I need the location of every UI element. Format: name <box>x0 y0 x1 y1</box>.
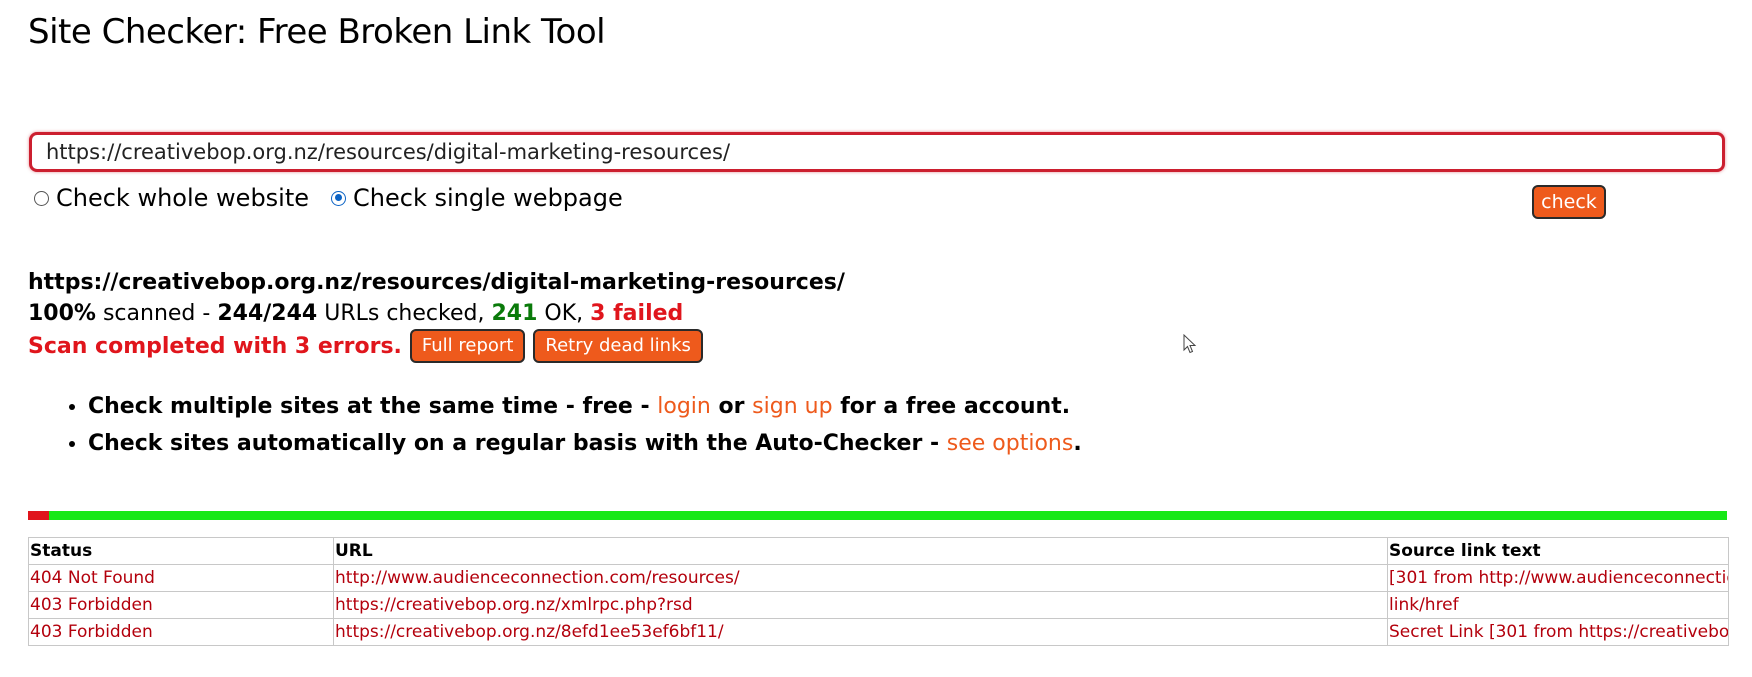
scan-percent: 100% <box>28 301 96 326</box>
list-item: Check multiple sites at the same time - … <box>88 388 1082 425</box>
radio-whole-website[interactable]: Check whole website <box>34 184 309 212</box>
cell-url[interactable]: https://creativebop.org.nz/xmlrpc.php?rs… <box>333 591 1388 619</box>
failed-count: 3 failed <box>590 301 684 326</box>
column-header-source: Source link text <box>1387 537 1729 565</box>
radio-single-webpage[interactable]: Check single webpage <box>331 184 623 212</box>
cell-url[interactable]: http://www.audienceconnection.com/resour… <box>333 564 1388 592</box>
bullet1-end: for a free account. <box>840 394 1071 419</box>
radio-whole-website-button[interactable] <box>34 190 49 206</box>
bullet1-text: Check multiple sites at the same time - … <box>88 394 650 419</box>
cell-url[interactable]: https://creativebop.org.nz/8efd1ee53ef6b… <box>333 618 1388 646</box>
ok-label: OK, <box>544 301 584 326</box>
error-message: Scan completed with 3 errors. <box>28 333 402 359</box>
urls-checked-label: URLs checked, <box>324 301 485 326</box>
column-header-status: Status <box>28 537 334 565</box>
info-list: Check multiple sites at the same time - … <box>60 388 1082 462</box>
login-link[interactable]: login <box>657 394 711 419</box>
table-row[interactable]: 403 Forbidden https://creativebop.org.nz… <box>28 618 1729 646</box>
retry-dead-links-button[interactable]: Retry dead links <box>533 329 703 363</box>
ok-count: 241 <box>491 301 538 326</box>
scanned-label: scanned - <box>102 301 211 326</box>
radio-single-webpage-button[interactable] <box>331 190 347 206</box>
table-row[interactable]: 404 Not Found http://www.audienceconnect… <box>28 564 1729 592</box>
cell-status: 404 Not Found <box>28 564 334 592</box>
see-options-link[interactable]: see options <box>947 431 1074 456</box>
page-title: Site Checker: Free Broken Link Tool <box>28 12 606 52</box>
result-url: https://creativebop.org.nz/resources/dig… <box>28 270 845 295</box>
mouse-pointer-icon <box>1183 334 1197 354</box>
error-line: Scan completed with 3 errors. Full repor… <box>28 329 845 363</box>
cell-source-text: link/href <box>1387 591 1729 619</box>
list-item: Check sites automatically on a regular b… <box>88 425 1082 462</box>
full-report-button[interactable]: Full report <box>409 329 526 363</box>
scan-result: https://creativebop.org.nz/resources/dig… <box>28 267 845 363</box>
bullet1-or: or <box>718 394 745 419</box>
url-input[interactable] <box>29 132 1725 172</box>
cell-status: 403 Forbidden <box>28 591 334 619</box>
scan-progress-bar <box>28 511 1727 520</box>
check-button[interactable]: check <box>1532 185 1606 219</box>
cell-source-text: Secret Link [301 from https://creativebo… <box>1387 618 1729 646</box>
scan-summary: 100% scanned - 244/244 URLs checked, 241… <box>28 298 845 329</box>
progress-failed-segment <box>28 511 49 520</box>
radio-single-webpage-label: Check single webpage <box>353 184 623 212</box>
column-header-url: URL <box>333 537 1388 565</box>
results-table: Status URL Source link text 404 Not Foun… <box>28 537 1729 646</box>
table-row[interactable]: 403 Forbidden https://creativebop.org.nz… <box>28 591 1729 619</box>
bullet2-end: . <box>1073 431 1082 456</box>
radio-whole-website-label: Check whole website <box>56 184 310 212</box>
sign-up-link[interactable]: sign up <box>752 394 832 419</box>
cell-status: 403 Forbidden <box>28 618 334 646</box>
table-header-row: Status URL Source link text <box>28 537 1729 565</box>
scan-mode-options: Check whole website Check single webpage <box>34 184 645 212</box>
cell-source-text: [301 from http://www.audienceconnection.… <box>1387 564 1729 592</box>
bullet2-text: Check sites automatically on a regular b… <box>88 431 940 456</box>
urls-checked-count: 244/244 <box>217 301 318 326</box>
